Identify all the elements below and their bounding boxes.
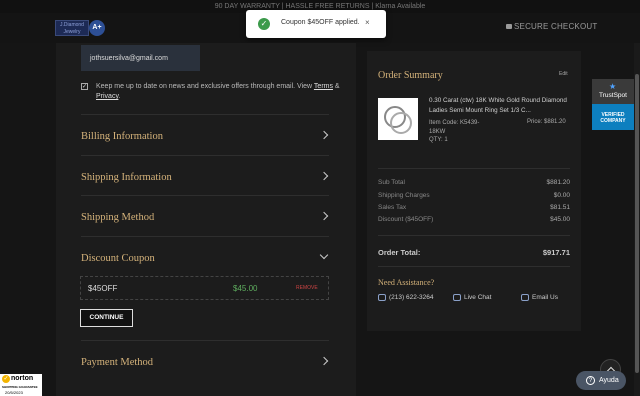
live-chat-link[interactable]: Live Chat [453, 294, 491, 301]
line-value: $45.00 [550, 216, 570, 223]
trustspot-name: TrustSpot [599, 92, 627, 99]
email-field[interactable]: jothsuersilva@gmail.com [81, 45, 200, 71]
section-title: Shipping Information [81, 172, 172, 183]
line-label: Discount ($45OFF) [378, 216, 434, 223]
section-shipping-method[interactable]: Shipping Method [81, 195, 329, 235]
product-qty: QTY: 1 [429, 137, 448, 143]
need-assistance-title: Need Assistance? [378, 278, 435, 287]
subtotal-row: Sub Total $881.20 [378, 179, 570, 186]
star-icon: ★ [609, 82, 617, 91]
coupon-code: $45OFF [88, 284, 118, 293]
coupon-amount: $45.00 [233, 284, 258, 293]
help-button[interactable]: ? Ayuda [576, 371, 626, 390]
order-summary-title: Order Summary [378, 70, 443, 81]
toast-message: Coupon $45OFF applied. [281, 19, 360, 26]
email-us-label: Email Us [532, 294, 559, 302]
secure-checkout: SECURE CHECKOUT [506, 22, 597, 31]
chevron-right-icon [319, 211, 329, 221]
total-value: $917.71 [542, 248, 570, 257]
phone-link[interactable]: (213) 622-3264 [378, 294, 433, 301]
toast-notification: ✓ Coupon $45OFF applied. × [246, 10, 386, 38]
applied-coupon: $45OFF $45.00 REMOVE [80, 276, 329, 300]
newsletter-period: . [118, 93, 121, 100]
email-us-link[interactable]: Email Us [521, 294, 558, 301]
shipping-row: Shipping Charges $0.00 [378, 192, 570, 199]
norton-badge[interactable]: ✓ norton SHOPPING GUARANTEE 20/5/2023 [0, 374, 42, 396]
product-name[interactable]: 0.30 Carat (ctw) 18K White Gold Round Di… [429, 96, 574, 116]
newsletter-checkbox[interactable]: ✓ [81, 83, 88, 90]
price-label: Price: [527, 119, 543, 125]
newsletter-ampersand: & [332, 83, 340, 90]
chat-icon [453, 294, 461, 301]
toast-close-button[interactable]: × [365, 18, 370, 27]
line-label: Sub Total [378, 179, 405, 186]
verified-company: VERIFIED COMPANY [592, 104, 634, 130]
item-code: Item Code: K5439-18KW [429, 119, 491, 137]
trustspot-badge[interactable]: ★ TrustSpot VERIFIED COMPANY [592, 79, 634, 130]
mail-icon [521, 294, 529, 301]
section-shipping[interactable]: Shipping Information [81, 155, 329, 195]
section-billing[interactable]: Billing Information [81, 114, 329, 154]
divider [378, 235, 570, 236]
newsletter-text: Keep me up to date on news and exclusive… [96, 82, 341, 102]
section-title: Payment Method [81, 357, 154, 368]
order-total-row: Order Total: $917.71 [378, 248, 570, 257]
section-discount-coupon[interactable]: Discount Coupon [81, 236, 329, 276]
qty-value: 1 [444, 137, 448, 143]
line-label: Shipping Charges [378, 192, 430, 199]
total-label: Order Total: [378, 248, 421, 257]
scrollbar[interactable] [634, 43, 640, 396]
logo-line-2: Jewelry [63, 29, 81, 35]
secure-checkout-label: SECURE CHECKOUT [514, 22, 598, 31]
discount-row: Discount ($45OFF) $45.00 [378, 216, 570, 223]
product-price: Price: $881.20 [527, 119, 566, 125]
tax-row: Sales Tax $81.51 [378, 204, 570, 211]
norton-check-icon: ✓ [2, 375, 10, 383]
price-value: $881.20 [544, 119, 566, 125]
help-label: Ayuda [599, 377, 619, 384]
newsletter-text-main: Keep me up to date on news and exclusive… [96, 83, 314, 90]
order-summary: Order Summary Edit 0.30 Carat (ctw) 18K … [367, 51, 581, 331]
remove-coupon-button[interactable]: REMOVE [296, 285, 318, 291]
item-code-label: Item Code: [429, 120, 459, 126]
norton-guarantee: SHOPPING GUARANTEE [2, 385, 38, 389]
section-title: Billing Information [81, 131, 163, 142]
chevron-right-icon [319, 130, 329, 140]
privacy-link[interactable]: Privacy [96, 93, 118, 100]
question-icon: ? [586, 375, 595, 385]
logo[interactable]: J.Diamond Jewelry [55, 20, 89, 36]
divider [378, 266, 570, 267]
terms-link[interactable]: Terms [314, 83, 333, 90]
section-title: Discount Coupon [81, 253, 155, 264]
phone-number: (213) 622-3264 [389, 294, 434, 302]
section-payment-method[interactable]: Payment Method [81, 340, 329, 380]
chevron-down-icon [319, 250, 329, 260]
trustspot-top: ★ TrustSpot [592, 79, 634, 104]
norton-name: norton [11, 375, 34, 382]
live-chat-label: Live Chat [464, 294, 492, 302]
continue-button[interactable]: CONTINUE [80, 309, 133, 327]
qty-label: QTY: [429, 137, 443, 143]
bbb-rating-badge[interactable]: A+ [89, 20, 105, 36]
checkout-form: jothsuersilva@gmail.com ✓ Keep me up to … [56, 43, 356, 396]
chevron-right-icon [319, 356, 329, 366]
ring-icon [390, 112, 412, 134]
divider [378, 168, 570, 169]
line-value: $881.20 [546, 179, 571, 186]
lock-icon [506, 24, 512, 29]
edit-link[interactable]: Edit [559, 71, 568, 77]
line-value: $0.00 [553, 192, 570, 199]
line-value: $81.51 [550, 204, 570, 211]
check-circle-icon: ✓ [258, 18, 270, 30]
phone-icon [378, 294, 386, 301]
section-title: Shipping Method [81, 212, 155, 223]
chevron-right-icon [319, 171, 329, 181]
norton-date: 20/5/2023 [5, 390, 23, 395]
line-label: Sales Tax [378, 204, 407, 211]
scrollbar-thumb[interactable] [635, 74, 639, 373]
logo-line-1: J.Diamond [60, 22, 84, 28]
verified-line-2: COMPANY [600, 118, 626, 124]
product-image [378, 98, 418, 140]
